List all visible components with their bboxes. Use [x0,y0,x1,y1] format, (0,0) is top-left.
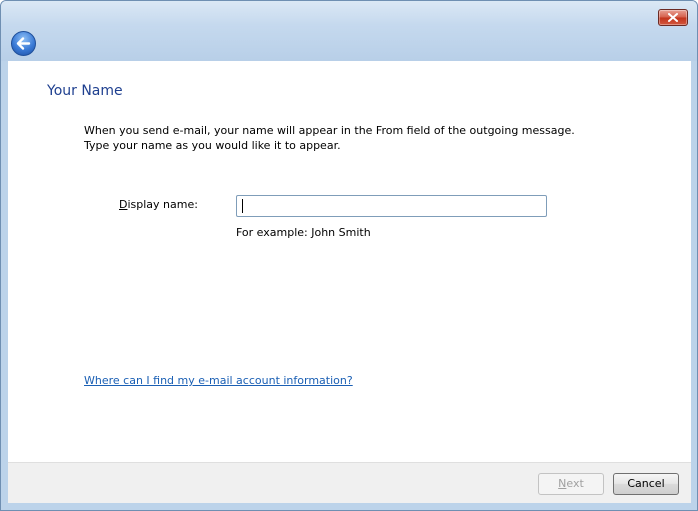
description-line-1: When you send e-mail, your name will app… [84,124,575,137]
next-button-label: ext [566,477,584,490]
title-bar [1,1,697,61]
page-title: Your Name [47,83,123,99]
back-button[interactable] [11,31,36,56]
next-button[interactable]: Next [538,473,604,495]
display-name-label-text: isplay name: [127,198,198,211]
close-icon [668,13,678,22]
account-info-help-link[interactable]: Where can I find my e-mail account infor… [84,374,353,387]
display-name-label: Display name: [119,198,198,211]
cancel-button[interactable]: Cancel [613,473,679,495]
text-caret [242,199,243,213]
description: When you send e-mail, your name will app… [84,123,575,153]
display-name-field[interactable] [236,195,547,217]
close-button[interactable] [658,9,688,26]
example-hint: For example: John Smith [236,226,371,239]
back-arrow-icon [16,37,31,50]
button-bar: Next Cancel [8,462,691,503]
wizard-content: Your Name When you send e-mail, your nam… [8,61,691,462]
wizard-window: Your Name When you send e-mail, your nam… [0,0,698,511]
description-line-2: Type your name as you would like it to a… [84,139,341,152]
